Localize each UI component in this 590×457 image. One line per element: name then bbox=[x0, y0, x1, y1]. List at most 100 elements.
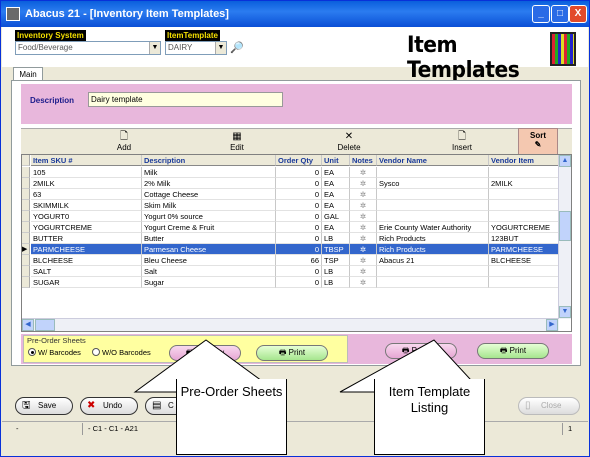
edit-button[interactable]: ▦ Edit bbox=[217, 131, 257, 152]
description-cell[interactable]: Butter bbox=[142, 233, 276, 244]
description-input[interactable]: Dairy template bbox=[88, 92, 283, 107]
description-cell[interactable]: Parmesan Cheese bbox=[142, 244, 276, 255]
table-row[interactable]: SUGAR Sugar 0 LB ✲ bbox=[22, 277, 559, 288]
notes-icon[interactable]: ✲ bbox=[350, 178, 377, 189]
unit-cell[interactable]: EA bbox=[322, 178, 350, 189]
vendor-item-cell[interactable] bbox=[489, 167, 559, 178]
notes-icon[interactable]: ✲ bbox=[350, 167, 377, 178]
order-qty-cell[interactable]: 0 bbox=[276, 244, 322, 255]
order-qty-cell[interactable]: 0 bbox=[276, 233, 322, 244]
unit-cell[interactable]: LB bbox=[322, 266, 350, 277]
notes-icon[interactable]: ✲ bbox=[350, 277, 377, 288]
with-barcodes-radio[interactable]: W/ Barcodes bbox=[28, 348, 81, 357]
order-qty-cell[interactable]: 0 bbox=[276, 266, 322, 277]
order-qty-cell[interactable]: 66 bbox=[276, 255, 322, 266]
sort-button[interactable]: Sort ✎ bbox=[518, 128, 558, 156]
notes-icon[interactable]: ✲ bbox=[350, 211, 377, 222]
unit-cell[interactable]: TBSP bbox=[322, 244, 350, 255]
vendor-item-cell[interactable]: BLCHEESE bbox=[489, 255, 559, 266]
vertical-scrollbar[interactable]: ▲ ▼ bbox=[558, 155, 571, 319]
order-qty-cell[interactable]: 0 bbox=[276, 200, 322, 211]
save-button[interactable]: 🖫 Save bbox=[15, 397, 73, 415]
minimize-button[interactable]: _ bbox=[532, 5, 550, 23]
insert-button[interactable]: 🗋 Insert bbox=[442, 131, 482, 152]
notes-icon[interactable]: ✲ bbox=[350, 233, 377, 244]
column-header-order-qty[interactable]: Order Qty bbox=[276, 155, 322, 166]
column-header-vendor-name[interactable]: Vendor Name bbox=[377, 155, 489, 166]
row-indicator[interactable] bbox=[22, 178, 30, 189]
sku-cell[interactable]: BLCHEESE bbox=[31, 255, 142, 266]
table-row[interactable]: BLCHEESE Bleu Cheese 66 TSP ✲ Abacus 21 BLCHEE… bbox=[22, 255, 559, 266]
sku-cell[interactable]: 2MILK bbox=[31, 178, 142, 189]
row-indicator[interactable] bbox=[22, 189, 30, 200]
sku-cell[interactable]: SKIMMILK bbox=[31, 200, 142, 211]
vendor-name-cell[interactable] bbox=[377, 277, 489, 288]
notes-icon[interactable]: ✲ bbox=[350, 200, 377, 211]
scroll-thumb[interactable] bbox=[559, 211, 571, 241]
sku-cell[interactable]: SALT bbox=[31, 266, 142, 277]
table-row[interactable]: SALT Salt 0 LB ✲ bbox=[22, 266, 559, 277]
notes-icon[interactable]: ✲ bbox=[350, 244, 377, 255]
vendor-item-cell[interactable]: 123BUT bbox=[489, 233, 559, 244]
column-header-vendor-item[interactable]: Vendor Item bbox=[489, 155, 559, 166]
notes-icon[interactable]: ✲ bbox=[350, 189, 377, 200]
row-indicator[interactable] bbox=[22, 233, 30, 244]
close-button[interactable]: ▯ Close bbox=[518, 397, 580, 415]
search-icon[interactable]: 🔎 bbox=[230, 41, 244, 55]
vendor-item-cell[interactable] bbox=[489, 211, 559, 222]
description-cell[interactable]: 2% Milk bbox=[142, 178, 276, 189]
order-qty-cell[interactable]: 0 bbox=[276, 222, 322, 233]
hscroll-thumb[interactable] bbox=[35, 319, 55, 331]
row-indicator[interactable]: ▶ bbox=[22, 244, 30, 255]
chevron-down-icon[interactable]: ▼ bbox=[215, 42, 226, 54]
vendor-item-cell[interactable] bbox=[489, 277, 559, 288]
row-indicator[interactable] bbox=[22, 266, 30, 277]
order-qty-cell[interactable]: 0 bbox=[276, 178, 322, 189]
sku-cell[interactable]: PARMCHEESE bbox=[31, 244, 142, 255]
description-cell[interactable]: Sugar bbox=[142, 277, 276, 288]
scroll-down-icon[interactable]: ▼ bbox=[559, 306, 571, 318]
description-cell[interactable]: Yogurt Creme & Fruit bbox=[142, 222, 276, 233]
order-qty-cell[interactable]: 0 bbox=[276, 211, 322, 222]
unit-cell[interactable]: TSP bbox=[322, 255, 350, 266]
unit-cell[interactable]: EA bbox=[322, 222, 350, 233]
row-indicator[interactable] bbox=[22, 255, 30, 266]
vendor-name-cell[interactable]: Rich Products bbox=[377, 244, 489, 255]
sku-cell[interactable]: YOGURTCREME bbox=[31, 222, 142, 233]
description-cell[interactable]: Bleu Cheese bbox=[142, 255, 276, 266]
sku-cell[interactable]: 63 bbox=[31, 189, 142, 200]
delete-button[interactable]: ✕ Delete bbox=[329, 131, 369, 152]
scroll-up-icon[interactable]: ▲ bbox=[559, 155, 571, 167]
vendor-name-cell[interactable]: Erie County Water Authority bbox=[377, 222, 489, 233]
vendor-item-cell[interactable]: 2MILK bbox=[489, 178, 559, 189]
unit-cell[interactable]: LB bbox=[322, 233, 350, 244]
description-cell[interactable]: Skim Milk bbox=[142, 200, 276, 211]
column-header-unit[interactable]: Unit bbox=[322, 155, 350, 166]
vendor-name-cell[interactable] bbox=[377, 189, 489, 200]
description-cell[interactable]: Milk bbox=[142, 167, 276, 178]
vendor-name-cell[interactable]: Abacus 21 bbox=[377, 255, 489, 266]
table-row[interactable]: BUTTER Butter 0 LB ✲ Rich Products 123BUT bbox=[22, 233, 559, 244]
table-row[interactable]: ▶ PARMCHEESE Parmesan Cheese 0 TBSP ✲ Rich Pro… bbox=[22, 244, 559, 255]
maximize-button[interactable]: □ bbox=[551, 5, 569, 23]
order-qty-cell[interactable]: 0 bbox=[276, 167, 322, 178]
listing-print-button[interactable]: 🖶 Print bbox=[477, 343, 549, 359]
items-grid[interactable]: Item SKU # Description Order Qty Unit No… bbox=[21, 154, 572, 332]
vendor-item-cell[interactable] bbox=[489, 189, 559, 200]
vendor-item-cell[interactable]: PARMCHEESE bbox=[489, 244, 559, 255]
title-bar[interactable]: Abacus 21 - [Inventory Item Templates] _… bbox=[1, 1, 589, 27]
table-row[interactable]: 105 Milk 0 EA ✲ bbox=[22, 167, 559, 178]
unit-cell[interactable]: EA bbox=[322, 167, 350, 178]
description-cell[interactable]: Yogurt 0% source bbox=[142, 211, 276, 222]
vendor-name-cell[interactable] bbox=[377, 266, 489, 277]
table-row[interactable]: YOGURT0 Yogurt 0% source 0 GAL ✲ bbox=[22, 211, 559, 222]
unit-cell[interactable]: EA bbox=[322, 189, 350, 200]
row-indicator[interactable] bbox=[22, 167, 30, 178]
notes-icon[interactable]: ✲ bbox=[350, 255, 377, 266]
undo-button[interactable]: ✖ Undo bbox=[80, 397, 138, 415]
column-header-sku[interactable]: Item SKU # bbox=[31, 155, 142, 166]
add-button[interactable]: 🗋 Add bbox=[104, 131, 144, 152]
column-header-notes[interactable]: Notes bbox=[350, 155, 377, 166]
column-header-description[interactable]: Description bbox=[142, 155, 276, 166]
description-cell[interactable]: Cottage Cheese bbox=[142, 189, 276, 200]
